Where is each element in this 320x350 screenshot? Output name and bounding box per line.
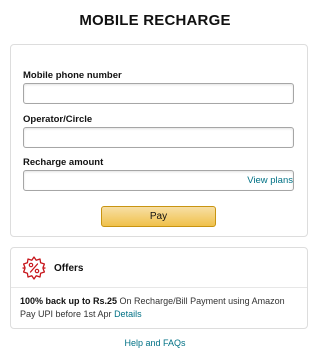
offers-header: Offers	[11, 248, 307, 288]
recharge-form-card: Mobile phone number Operator/Circle Rech…	[10, 44, 308, 237]
offer-description: 100% back up to Rs.25 On Recharge/Bill P…	[20, 295, 300, 321]
recharge-amount-label: Recharge amount	[23, 157, 104, 168]
offer-highlight: 100% back up to Rs.25	[20, 296, 118, 306]
help-and-faqs-link[interactable]: Help and FAQs	[0, 338, 310, 348]
view-plans-link[interactable]: View plans	[247, 170, 293, 191]
pay-button[interactable]: Pay	[101, 206, 216, 227]
phone-number-input[interactable]	[23, 83, 294, 104]
operator-circle-input[interactable]	[23, 127, 294, 148]
offers-card: Offers 100% back up to Rs.25 On Recharge…	[10, 247, 308, 329]
percent-badge-icon	[22, 256, 46, 280]
operator-circle-label: Operator/Circle	[23, 114, 93, 125]
offers-title: Offers	[54, 263, 84, 274]
offer-details-link[interactable]: Details	[114, 309, 142, 319]
mobile-recharge-page: MOBILE RECHARGE Mobile phone number Oper…	[0, 0, 310, 350]
page-title: MOBILE RECHARGE	[79, 12, 231, 29]
phone-number-label: Mobile phone number	[23, 70, 122, 81]
